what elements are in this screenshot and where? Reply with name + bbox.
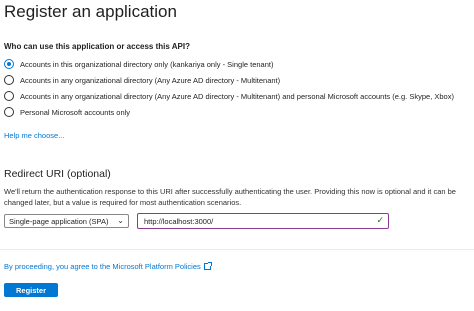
radio-button[interactable]	[4, 59, 14, 69]
check-icon: ✓	[376, 215, 384, 225]
radio-label: Accounts in any organizational directory…	[20, 91, 454, 101]
platform-select-value: Single-page application (SPA)	[9, 216, 109, 226]
radio-button[interactable]	[4, 75, 14, 85]
account-type-question: Who can use this application or access t…	[4, 42, 190, 51]
chevron-down-icon: ⌄	[117, 216, 124, 225]
radio-single-tenant[interactable]: Accounts in this organizational director…	[4, 59, 273, 69]
radio-button[interactable]	[4, 91, 14, 101]
radio-multitenant[interactable]: Accounts in any organizational directory…	[4, 75, 280, 85]
radio-multitenant-personal[interactable]: Accounts in any organizational directory…	[4, 91, 454, 101]
redirect-uri-description: We'll return the authentication response…	[4, 187, 456, 207]
platform-policies-link[interactable]: By proceeding, you agree to the Microsof…	[4, 262, 212, 271]
platform-select[interactable]: Single-page application (SPA) ⌄	[4, 214, 129, 228]
external-link-icon	[203, 262, 212, 270]
divider	[0, 249, 474, 250]
redirect-uri-title: Redirect URI (optional)	[4, 168, 111, 180]
radio-label: Accounts in this organizational director…	[20, 59, 274, 69]
radio-label: Personal Microsoft accounts only	[20, 107, 131, 117]
radio-personal-only[interactable]: Personal Microsoft accounts only	[4, 107, 130, 117]
redirect-uri-input[interactable]: http://localhost:3000/ ✓	[137, 213, 389, 229]
register-button[interactable]: Register	[4, 283, 58, 297]
redirect-uri-value: http://localhost:3000/	[144, 216, 214, 226]
page-title: Register an application	[4, 2, 177, 21]
radio-button[interactable]	[4, 107, 14, 117]
platform-policies-label: By proceeding, you agree to the Microsof…	[4, 262, 201, 271]
help-me-choose-link[interactable]: Help me choose...	[4, 131, 64, 140]
radio-label: Accounts in any organizational directory…	[20, 75, 281, 85]
